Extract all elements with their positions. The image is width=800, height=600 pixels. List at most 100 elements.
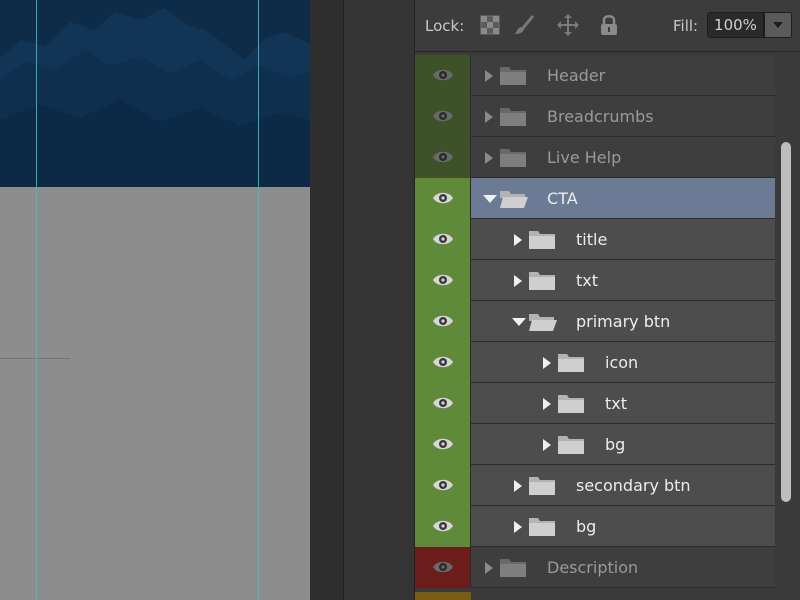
layer-content[interactable]: Breadcrumbs <box>471 96 775 136</box>
triangle-right-icon[interactable] <box>512 519 524 533</box>
transparency-lock-icon[interactable] <box>479 13 501 37</box>
layer-content[interactable]: title <box>471 219 775 259</box>
layer-row[interactable]: primary btn <box>415 301 775 342</box>
fill-dropdown-button[interactable] <box>764 12 792 38</box>
layer-content[interactable]: bg <box>471 506 775 546</box>
visibility-toggle[interactable] <box>415 383 471 424</box>
visibility-toggle[interactable] <box>415 55 471 96</box>
folder-icon <box>528 515 556 537</box>
visibility-toggle[interactable] <box>415 137 471 178</box>
lock-label: Lock: <box>425 17 465 35</box>
folder-icon <box>499 105 527 127</box>
folder-icon <box>557 351 585 373</box>
visibility-toggle[interactable] <box>415 301 471 342</box>
layer-content[interactable]: txt <box>471 383 775 423</box>
triangle-down-icon[interactable] <box>483 191 497 205</box>
triangle-right-icon[interactable] <box>483 560 495 574</box>
eye-icon <box>433 315 453 327</box>
eye-icon <box>433 397 453 409</box>
layers-panel: Lock: Fill: 100% Header Breadcrumbs Live… <box>414 0 800 600</box>
layer-row[interactable]: txt <box>415 260 775 301</box>
triangle-right-icon[interactable] <box>483 150 495 164</box>
layer-content[interactable]: txt <box>471 260 775 300</box>
hero-image-mountains <box>0 0 310 187</box>
layer-content[interactable]: secondary btn <box>471 465 775 505</box>
triangle-right-icon[interactable] <box>512 478 524 492</box>
eye-icon <box>433 274 453 286</box>
layer-name: bg <box>576 517 597 536</box>
eye-icon <box>433 110 453 122</box>
guide-line-right[interactable] <box>258 0 259 600</box>
padlock-icon[interactable] <box>598 13 620 37</box>
layer-name: Live Help <box>547 148 622 167</box>
layer-content[interactable]: bg <box>471 424 775 464</box>
triangle-right-icon[interactable] <box>512 232 524 246</box>
visibility-toggle[interactable] <box>415 96 471 137</box>
layer-name: primary btn <box>576 312 671 331</box>
triangle-down-icon[interactable] <box>512 314 526 328</box>
layer-name: bg <box>605 435 626 454</box>
layer-content[interactable]: Header <box>471 55 775 95</box>
layer-row[interactable]: secondary btn <box>415 465 775 506</box>
layer-content[interactable]: icon <box>471 342 775 382</box>
triangle-right-icon[interactable] <box>483 68 495 82</box>
next-layer-visibility[interactable] <box>415 592 471 600</box>
open-folder-icon <box>528 310 557 332</box>
layer-row[interactable]: CTA <box>415 178 775 219</box>
move-lock-icon[interactable] <box>557 13 579 37</box>
visibility-toggle[interactable] <box>415 506 471 547</box>
fill-input[interactable]: 100% <box>707 12 764 38</box>
triangle-right-icon[interactable] <box>483 109 495 123</box>
triangle-right-icon[interactable] <box>541 355 553 369</box>
layer-row[interactable]: Breadcrumbs <box>415 96 775 137</box>
layer-name: secondary btn <box>576 476 691 495</box>
guide-line-left[interactable] <box>36 0 37 600</box>
layer-row[interactable]: icon <box>415 342 775 383</box>
layer-row[interactable]: Description <box>415 547 775 588</box>
layer-name: Description <box>547 558 639 577</box>
layer-name: txt <box>605 394 628 413</box>
layer-content[interactable]: Description <box>471 547 775 587</box>
triangle-right-icon[interactable] <box>541 396 553 410</box>
visibility-toggle[interactable] <box>415 547 471 588</box>
layer-name: Breadcrumbs <box>547 107 654 126</box>
layer-row[interactable]: bg <box>415 506 775 547</box>
visibility-toggle[interactable] <box>415 219 471 260</box>
eye-icon <box>433 192 453 204</box>
layer-name: Header <box>547 66 606 85</box>
visibility-toggle[interactable] <box>415 465 471 506</box>
pasteboard <box>310 0 343 600</box>
layer-row[interactable]: bg <box>415 424 775 465</box>
layer-name: title <box>576 230 608 249</box>
layer-content[interactable]: primary btn <box>471 301 775 341</box>
folder-icon <box>499 556 527 578</box>
layer-row[interactable]: Header <box>415 55 775 96</box>
visibility-toggle[interactable] <box>415 342 471 383</box>
chevron-down-icon <box>773 22 783 28</box>
visibility-toggle[interactable] <box>415 260 471 301</box>
layer-row[interactable]: Live Help <box>415 137 775 178</box>
eye-icon <box>433 438 453 450</box>
layers-list: Header Breadcrumbs Live Help CTA title txt pri… <box>415 55 775 588</box>
visibility-toggle[interactable] <box>415 424 471 465</box>
eye-icon <box>433 151 453 163</box>
folder-icon <box>557 392 585 414</box>
triangle-right-icon[interactable] <box>541 437 553 451</box>
folder-icon <box>499 64 527 86</box>
document-canvas[interactable] <box>0 0 310 600</box>
folder-icon <box>528 474 556 496</box>
scrollbar-thumb[interactable] <box>781 142 791 502</box>
layer-content[interactable]: CTA <box>471 178 775 218</box>
eye-icon <box>433 520 453 532</box>
brush-lock-icon[interactable] <box>513 13 535 37</box>
eye-icon <box>433 356 453 368</box>
triangle-right-icon[interactable] <box>512 273 524 287</box>
eye-icon <box>433 69 453 81</box>
visibility-toggle[interactable] <box>415 178 471 219</box>
layer-row[interactable]: title <box>415 219 775 260</box>
fill-label: Fill: <box>673 17 699 35</box>
eye-icon <box>433 561 453 573</box>
layer-row[interactable]: txt <box>415 383 775 424</box>
layer-content[interactable]: Live Help <box>471 137 775 177</box>
folder-icon <box>528 228 556 250</box>
